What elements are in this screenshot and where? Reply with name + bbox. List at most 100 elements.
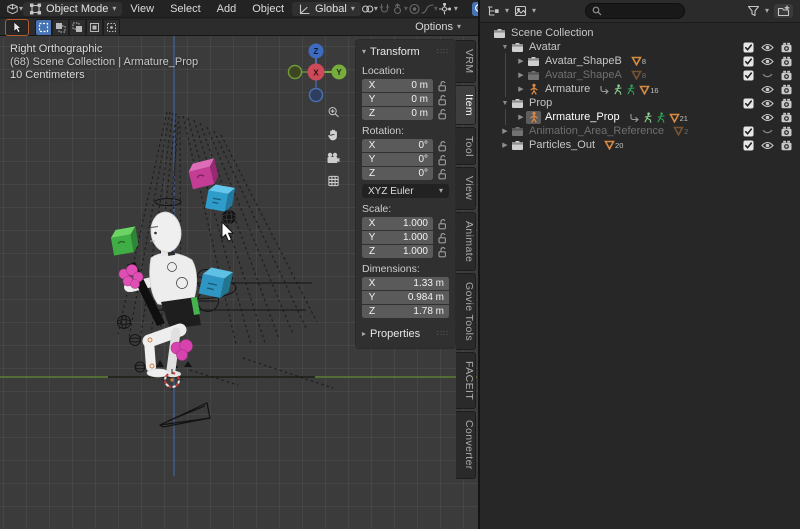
outliner-row-prop[interactable]: ▼Prop xyxy=(480,96,800,110)
tab-govie-tools[interactable]: Govie Tools xyxy=(456,273,476,350)
magnet-icon[interactable] xyxy=(378,3,391,15)
disclosure-closed-icon[interactable]: ▶ xyxy=(516,71,526,79)
new-collection-button[interactable] xyxy=(774,4,793,18)
transform-field-z[interactable]: Z1.78 m xyxy=(362,305,449,318)
hide-eye-toggle[interactable] xyxy=(758,42,777,53)
hide-eye-toggle[interactable] xyxy=(758,112,777,123)
lock-open-icon[interactable] xyxy=(436,108,449,120)
lock-open-icon[interactable] xyxy=(436,218,449,230)
snap-target-icon[interactable] xyxy=(361,3,374,15)
mode-dropdown[interactable]: Object Mode ▾ xyxy=(23,2,122,16)
select-new-icon[interactable] xyxy=(35,19,52,36)
lock-open-icon[interactable] xyxy=(436,94,449,106)
pan-hand-icon[interactable] xyxy=(324,126,342,143)
outliner-row-armature[interactable]: ▶Armature16 xyxy=(480,82,800,96)
camera-view-icon[interactable] xyxy=(324,149,342,166)
lock-open-icon[interactable] xyxy=(436,140,449,152)
transform-field-x[interactable]: X0° xyxy=(362,139,433,152)
falloff-chevron[interactable]: ▾ xyxy=(434,5,438,13)
lock-open-icon[interactable] xyxy=(436,246,449,258)
select-invert-icon[interactable] xyxy=(86,19,103,36)
orientation-dropdown[interactable]: Global ▾ xyxy=(292,2,361,16)
menu-add[interactable]: Add xyxy=(209,3,245,15)
hide-eye-toggle[interactable] xyxy=(758,98,777,109)
outliner-row-scene collection[interactable]: Scene Collection xyxy=(480,26,800,40)
disable-render-toggle[interactable] xyxy=(777,140,796,151)
outliner-row-avatar_shapea[interactable]: ▶Avatar_ShapeA8 xyxy=(480,68,800,82)
cube-green[interactable] xyxy=(110,226,140,255)
transform-field-y[interactable]: Y1.000 xyxy=(362,231,433,244)
outliner-row-particles_out[interactable]: ▶Particles_Out20 xyxy=(480,138,800,152)
select-subtract-icon[interactable] xyxy=(69,19,86,36)
disclosure-closed-icon[interactable]: ▶ xyxy=(516,113,526,121)
disable-render-toggle[interactable] xyxy=(777,70,796,81)
transform-field-z[interactable]: Z0 m xyxy=(362,107,433,120)
tab-item[interactable]: Item xyxy=(456,85,476,125)
menu-view[interactable]: View xyxy=(122,3,162,15)
disable-render-toggle[interactable] xyxy=(777,98,796,109)
transform-field-y[interactable]: Y0 m xyxy=(362,93,433,106)
disable-render-toggle[interactable] xyxy=(777,84,796,95)
tab-converter[interactable]: Converter xyxy=(456,411,476,479)
show-gizmos-icon[interactable] xyxy=(438,3,451,15)
select-intersect-icon[interactable] xyxy=(103,19,120,36)
filter-icon[interactable] xyxy=(747,5,760,17)
hide-eye-toggle[interactable] xyxy=(758,140,777,151)
tab-animate[interactable]: Animate xyxy=(456,212,476,271)
pink-blob-hands[interactable] xyxy=(119,265,143,289)
lock-open-icon[interactable] xyxy=(436,80,449,92)
outliner-type-icon[interactable] xyxy=(487,5,500,17)
view-gizmo[interactable]: Z Y X xyxy=(283,39,349,105)
snap-with-icon[interactable] xyxy=(391,3,404,15)
outliner-search-input[interactable] xyxy=(585,3,685,19)
hide-eye-toggle[interactable] xyxy=(758,126,777,137)
tab-faceit[interactable]: FACEIT xyxy=(456,352,476,409)
disclosure-open-icon[interactable]: ▼ xyxy=(500,44,510,51)
panel-grip-icon[interactable]: ∷∷ xyxy=(437,329,449,338)
tab-view[interactable]: View xyxy=(456,167,476,209)
disclosure-open-icon[interactable]: ▼ xyxy=(500,100,510,107)
tab-vrm[interactable]: VRM xyxy=(456,40,476,83)
gizmo-y-neg-axis[interactable] xyxy=(289,66,302,79)
grid-ortho-icon[interactable] xyxy=(324,172,342,189)
outliner-row-animation_area_reference[interactable]: ▶Animation_Area_Reference2 xyxy=(480,124,800,138)
outliner-row-avatar_shapeb[interactable]: ▶Avatar_ShapeB8 xyxy=(480,54,800,68)
disclosure-closed-icon[interactable]: ▶ xyxy=(500,127,510,135)
rotation-mode-dropdown[interactable]: XYZ Euler▾ xyxy=(362,184,449,198)
lock-open-icon[interactable] xyxy=(436,232,449,244)
tab-tool[interactable]: Tool xyxy=(456,127,476,166)
hide-eye-toggle[interactable] xyxy=(758,56,777,67)
options-dropdown[interactable]: Options ▾ xyxy=(415,21,461,33)
outliner-row-avatar[interactable]: ▼Avatar xyxy=(480,40,800,54)
lock-open-icon[interactable] xyxy=(436,154,449,166)
disclosure-closed-icon[interactable]: ▶ xyxy=(516,57,526,65)
gizmos-chevron[interactable]: ▾ xyxy=(454,5,458,13)
panel-grip-icon[interactable]: ∷∷ xyxy=(437,47,449,56)
exclude-checkbox[interactable] xyxy=(739,126,758,137)
disclosure-closed-icon[interactable]: ▶ xyxy=(516,85,526,93)
transform-field-y[interactable]: Y0.984 m xyxy=(362,291,449,304)
hide-eye-toggle[interactable] xyxy=(758,70,777,81)
exclude-checkbox[interactable] xyxy=(739,70,758,81)
exclude-checkbox[interactable] xyxy=(739,98,758,109)
gizmo-z-neg-axis[interactable] xyxy=(310,89,323,102)
hide-eye-toggle[interactable] xyxy=(758,84,777,95)
display-mode-icon[interactable] xyxy=(514,5,527,17)
transform-field-x[interactable]: X1.33 m xyxy=(362,277,449,290)
select-extend-icon[interactable] xyxy=(52,19,69,36)
filter-chevron[interactable]: ▾ xyxy=(765,7,769,15)
exclude-checkbox[interactable] xyxy=(739,42,758,53)
properties-panel-header[interactable]: ▾ Properties ∷∷ xyxy=(362,325,449,342)
dark-sphere-empty[interactable] xyxy=(222,210,236,224)
transform-field-x[interactable]: X1.000 xyxy=(362,217,433,230)
disable-render-toggle[interactable] xyxy=(777,126,796,137)
menu-select[interactable]: Select xyxy=(162,3,209,15)
cube-blue-upper[interactable] xyxy=(205,183,235,212)
exclude-checkbox[interactable] xyxy=(739,56,758,67)
transform-field-x[interactable]: X0 m xyxy=(362,79,433,92)
transform-panel-header[interactable]: ▾ Transform ∷∷ xyxy=(362,43,449,60)
disclosure-closed-icon[interactable]: ▶ xyxy=(500,141,510,149)
zoom-icon[interactable] xyxy=(324,103,342,120)
disable-render-toggle[interactable] xyxy=(777,112,796,123)
transform-field-y[interactable]: Y0° xyxy=(362,153,433,166)
